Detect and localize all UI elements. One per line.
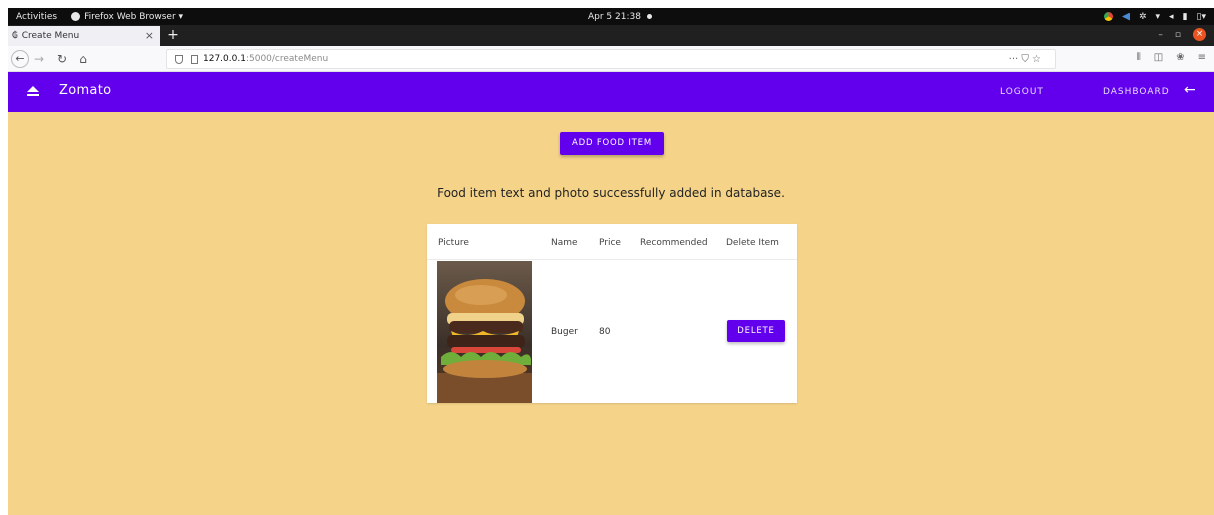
tab-strip: ₲ Create Menu × + – ▫ × (8, 25, 1214, 46)
url-bar[interactable]: 127.0.0.1 :5000/createMenu ··· ⛉ ☆ (166, 49, 1056, 69)
toolbar-right-icons: ⫴ ◫ ❀ ≡ (1137, 52, 1206, 63)
hamburger-menu-icon[interactable]: ≡ (1198, 52, 1206, 63)
food-items-table: Picture Name Price Recommended Delete It… (427, 224, 797, 403)
extension-icon[interactable]: ❀ (1176, 52, 1184, 63)
recording-indicator-icon (646, 14, 652, 19)
arrow-back-icon[interactable]: ← (1184, 82, 1196, 98)
app-menu[interactable]: Firefox Web Browser ▾ (71, 12, 183, 22)
firefox-icon (71, 12, 81, 21)
column-header-recommended: Recommended (640, 238, 708, 248)
chrome-icon[interactable] (1103, 12, 1113, 21)
tab-title: Create Menu (21, 31, 80, 41)
wifi-icon[interactable]: ▾ (1156, 12, 1161, 22)
column-header-price: Price (599, 238, 621, 248)
forward-button[interactable]: → (32, 50, 46, 68)
system-tray[interactable]: ✲ ▾ ◂ ▮ ▯▾ (1103, 12, 1206, 22)
status-message-text: Food item text and photo successfully ad… (437, 186, 785, 200)
status-message: Food item text and photo successfully ad… (8, 186, 1214, 200)
microphone-icon[interactable]: ▮ (1183, 12, 1188, 22)
page-actions[interactable]: ··· ⛉ ☆ (1009, 54, 1041, 65)
window-controls: – ▫ × (1158, 28, 1206, 41)
activities-button[interactable]: Activities (16, 12, 57, 22)
dashboard-button[interactable]: DASHBOARD (1103, 87, 1170, 97)
speaker-icon[interactable] (1121, 12, 1130, 21)
sidebar-icon[interactable]: ◫ (1154, 52, 1163, 63)
new-tab-button[interactable]: + (165, 25, 181, 46)
power-menu-icon[interactable]: ▯▾ (1197, 12, 1206, 22)
close-window-icon[interactable]: × (1193, 28, 1206, 41)
column-header-name: Name (551, 238, 578, 248)
url-path: :5000/createMenu (245, 54, 329, 64)
maximize-icon[interactable]: ▫ (1175, 30, 1181, 40)
system-top-bar: Activities Firefox Web Browser ▾ Apr 5 2… (8, 8, 1214, 25)
url-host: 127.0.0.1 (203, 54, 246, 64)
clock[interactable]: Apr 5 21:38 (588, 12, 652, 22)
page-info-icon[interactable] (191, 54, 198, 64)
volume-icon[interactable]: ◂ (1169, 12, 1174, 22)
header-divider (427, 259, 797, 260)
library-icon[interactable]: ⫴ (1137, 52, 1141, 63)
minimize-icon[interactable]: – (1158, 30, 1163, 40)
delete-button[interactable]: DELETE (727, 320, 785, 342)
column-header-delete-item: Delete Item (726, 238, 779, 248)
cell-price: 80 (599, 327, 611, 337)
clock-label: Apr 5 21:38 (588, 11, 641, 22)
tab-create-menu[interactable]: ₲ Create Menu × (8, 26, 160, 46)
app-bar: Zomato LOGOUT DASHBOARD ← (8, 72, 1214, 112)
cell-name: Buger (551, 327, 578, 337)
accessibility-icon[interactable]: ✲ (1139, 12, 1147, 22)
reload-button[interactable]: ↻ (55, 50, 69, 68)
screen: Activities Firefox Web Browser ▾ Apr 5 2… (8, 8, 1214, 515)
column-header-picture: Picture (438, 238, 469, 248)
logout-button[interactable]: LOGOUT (1000, 87, 1044, 97)
tab-favicon-icon: ₲ (12, 31, 18, 41)
navigation-toolbar: ← → ↻ ⌂ 127.0.0.1 :5000/createMenu ··· ⛉… (8, 46, 1214, 72)
back-button[interactable]: ← (11, 50, 29, 68)
burger-image (437, 261, 532, 403)
add-food-item-button[interactable]: ADD FOOD ITEM (560, 132, 664, 155)
home-button[interactable]: ⌂ (76, 50, 90, 68)
close-tab-icon[interactable]: × (145, 29, 154, 42)
app-menu-label: Firefox Web Browser ▾ (84, 11, 184, 22)
tracking-protection-icon[interactable] (175, 54, 183, 64)
eject-menu-icon[interactable] (27, 86, 39, 98)
food-photo-burger (437, 261, 532, 403)
brand-title: Zomato (59, 83, 112, 98)
